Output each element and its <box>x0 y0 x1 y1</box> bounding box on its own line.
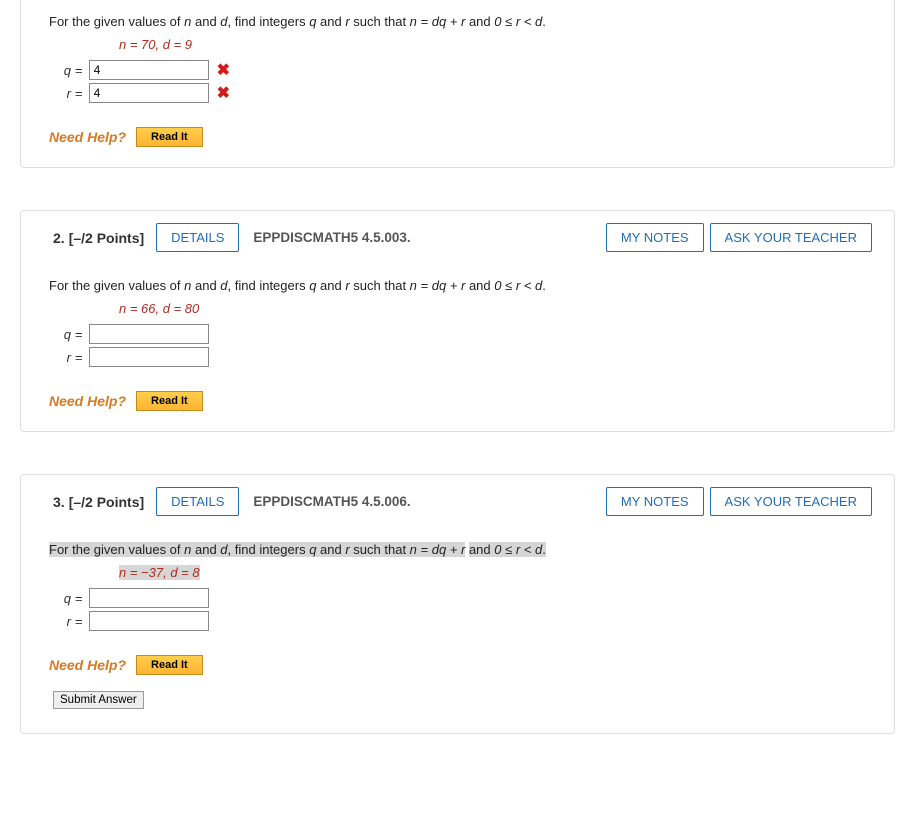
incorrect-icon: ✖ <box>217 60 230 80</box>
question-prompt: For the given values of n and d, find in… <box>49 14 866 29</box>
q-input[interactable] <box>89 60 209 80</box>
r-input-row: r = <box>49 611 866 631</box>
my-notes-button[interactable]: MY NOTES <box>606 223 704 252</box>
r-label: r <box>49 350 71 365</box>
r-label: r <box>49 614 71 629</box>
read-it-button[interactable]: Read It <box>136 655 203 675</box>
q-label: q <box>49 327 71 342</box>
question-header: 2. [–/2 Points] DETAILS EPPDISCMATH5 4.5… <box>21 211 894 264</box>
question-header: 3. [–/2 Points] DETAILS EPPDISCMATH5 4.5… <box>21 475 894 528</box>
r-input[interactable] <box>89 83 209 103</box>
need-help-row: Need Help? Read It <box>49 655 866 675</box>
topic-id: EPPDISCMATH5 4.5.006. <box>253 494 410 509</box>
ask-teacher-button[interactable]: ASK YOUR TEACHER <box>710 223 872 252</box>
need-help-label: Need Help? <box>49 657 126 673</box>
read-it-button[interactable]: Read It <box>136 127 203 147</box>
question-number: 3. <box>53 494 65 510</box>
submit-answer-button[interactable]: Submit Answer <box>53 691 144 709</box>
question-body: For the given values of n and d, find in… <box>21 0 894 167</box>
r-input[interactable] <box>89 611 209 631</box>
question-params: n = −37, d = 8 <box>119 565 866 580</box>
question-number: 2. <box>53 230 65 246</box>
q-input[interactable] <box>89 588 209 608</box>
q-label: q <box>49 63 71 78</box>
question-card-2: 2. [–/2 Points] DETAILS EPPDISCMATH5 4.5… <box>20 210 895 432</box>
question-body: For the given values of n and d, find in… <box>21 264 894 431</box>
r-input-row: r = <box>49 347 866 367</box>
ask-teacher-button[interactable]: ASK YOUR TEACHER <box>710 487 872 516</box>
question-card-1: For the given values of n and d, find in… <box>20 0 895 168</box>
question-prompt: For the given values of n and d, find in… <box>49 278 866 293</box>
question-prompt: For the given values of n and d, find in… <box>49 542 866 557</box>
question-points: [–/2 Points] <box>69 494 144 510</box>
question-body: For the given values of n and d, find in… <box>21 528 894 733</box>
question-params: n = 66, d = 80 <box>119 301 866 316</box>
q-label: q <box>49 591 71 606</box>
q-input-row: q = <box>49 588 866 608</box>
question-points: [–/2 Points] <box>69 230 144 246</box>
r-input[interactable] <box>89 347 209 367</box>
q-input-row: q = <box>49 324 866 344</box>
need-help-row: Need Help? Read It <box>49 391 866 411</box>
incorrect-icon: ✖ <box>217 83 230 103</box>
my-notes-button[interactable]: MY NOTES <box>606 487 704 516</box>
need-help-label: Need Help? <box>49 393 126 409</box>
r-input-row: r = ✖ <box>49 83 866 103</box>
question-params: n = 70, d = 9 <box>119 37 866 52</box>
details-button[interactable]: DETAILS <box>156 487 239 516</box>
q-input[interactable] <box>89 324 209 344</box>
need-help-label: Need Help? <box>49 129 126 145</box>
r-label: r <box>49 86 71 101</box>
question-card-3: 3. [–/2 Points] DETAILS EPPDISCMATH5 4.5… <box>20 474 895 734</box>
read-it-button[interactable]: Read It <box>136 391 203 411</box>
q-input-row: q = ✖ <box>49 60 866 80</box>
need-help-row: Need Help? Read It <box>49 127 866 147</box>
details-button[interactable]: DETAILS <box>156 223 239 252</box>
topic-id: EPPDISCMATH5 4.5.003. <box>253 230 410 245</box>
